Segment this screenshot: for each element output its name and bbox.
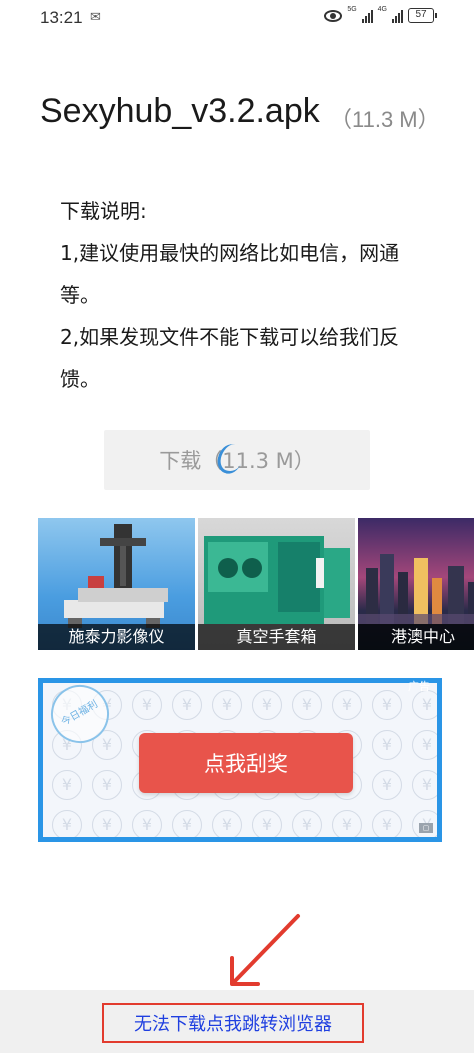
- network-type-2: 4G: [377, 6, 387, 13]
- scratch-prize-button[interactable]: 点我刮奖: [139, 733, 353, 793]
- download-instructions: 下载说明: 1,建议使用最快的网络比如电信，网通等。 2,如果发现文件不能下载可…: [60, 190, 400, 400]
- ad-tile-caption: 真空手套箱: [198, 624, 355, 650]
- instructions-heading: 下载说明:: [60, 199, 147, 223]
- open-in-browser-link[interactable]: 无法下载点我跳转浏览器: [102, 1003, 364, 1043]
- notification-icon: ✉: [90, 10, 101, 25]
- file-name: Sexyhub_v3.2.apk: [40, 92, 320, 130]
- status-bar: 13:21 ✉ 5G 4G 57: [0, 0, 474, 38]
- signal-icon-2: [392, 9, 403, 23]
- ad-tile-harbour-centre[interactable]: 港澳中心: [358, 518, 474, 650]
- red-arrow-icon: [230, 914, 300, 986]
- ad-tile-measuring-machine[interactable]: 施泰力影像仪: [38, 518, 195, 650]
- battery-icon: 57: [408, 8, 437, 23]
- scratch-ad-banner[interactable]: ¥¥¥¥¥¥¥¥¥¥ ¥¥¥¥¥¥¥¥¥¥ ¥¥¥¥¥¥¥¥¥¥ ¥¥¥¥¥¥¥…: [38, 678, 442, 842]
- ad-image-strip: 施泰力影像仪 真空手套箱 港澳中心: [38, 518, 474, 650]
- signal-icon: [361, 9, 373, 23]
- instruction-line-1: 1,建议使用最快的网络比如电信，网通等。: [60, 241, 400, 307]
- status-time: 13:21: [40, 8, 83, 27]
- ad-tile-caption: 施泰力影像仪: [38, 624, 195, 650]
- ad-tile-caption: 港澳中心: [358, 624, 474, 650]
- eye-comfort-icon: [324, 9, 343, 22]
- ad-badge-icon: ▢: [419, 823, 433, 833]
- ad-tile-glove-box[interactable]: 真空手套箱: [198, 518, 355, 650]
- ad-label: 广告: [408, 680, 430, 693]
- network-type-1: 5G: [347, 6, 357, 13]
- download-button[interactable]: 下载（11.3 M）: [104, 430, 370, 490]
- instruction-line-2: 2,如果发现文件不能下载可以给我们反馈。: [60, 325, 400, 391]
- status-icons: 5G 4G 57: [324, 6, 437, 23]
- file-size: （11.3 M）: [330, 107, 440, 132]
